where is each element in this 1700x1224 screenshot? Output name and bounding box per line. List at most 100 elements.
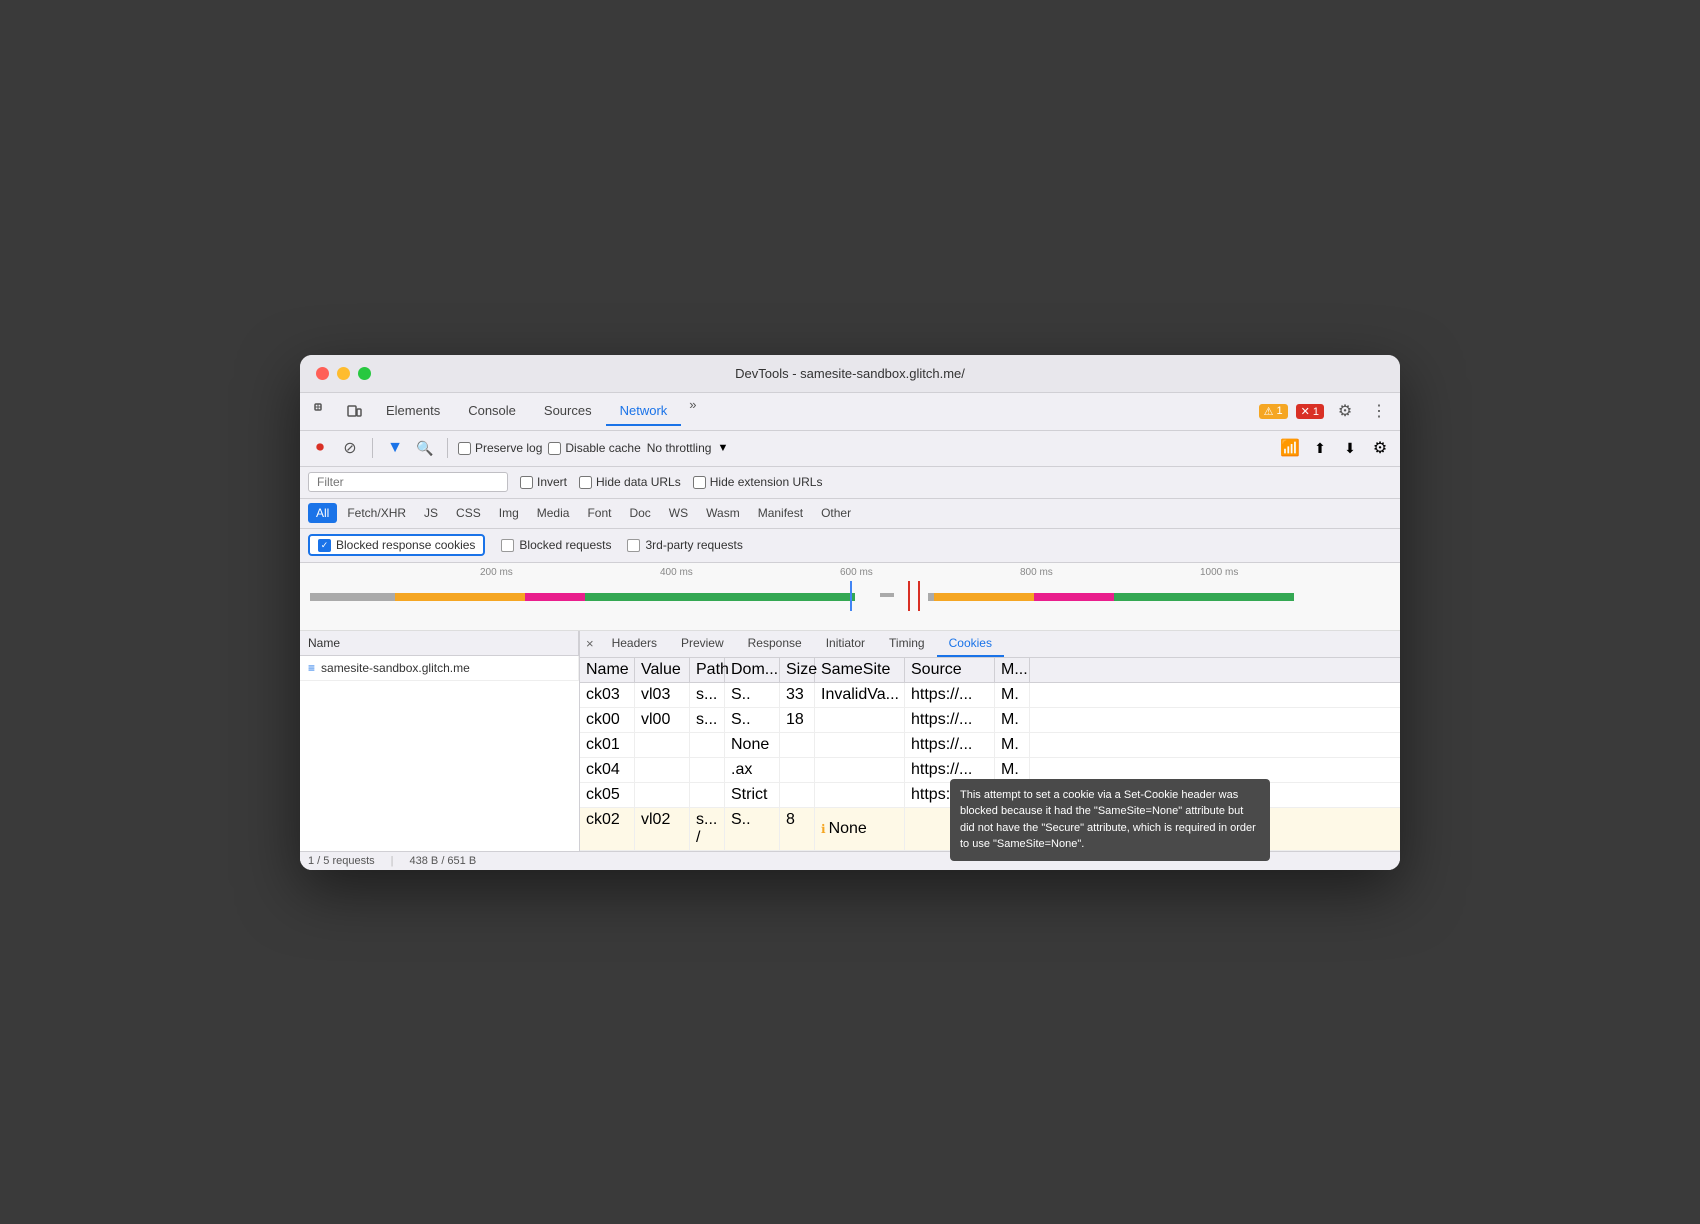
ck03-name: ck03 (580, 683, 635, 707)
type-ws[interactable]: WS (661, 503, 696, 523)
minimize-button[interactable] (337, 367, 350, 380)
cookie-row-ck01[interactable]: ck01 None https://... M. (580, 733, 1400, 758)
type-img[interactable]: Img (491, 503, 527, 523)
record-button[interactable]: ⏺ (308, 436, 332, 460)
tab-sources[interactable]: Sources (530, 397, 606, 426)
filter-input[interactable] (308, 472, 508, 492)
more-options-icon[interactable]: ⋮ (1366, 398, 1392, 424)
panel-tab-cookies[interactable]: Cookies (937, 631, 1004, 657)
ck03-size: 33 (780, 683, 815, 707)
warning-icon: ⚠ (1264, 405, 1274, 418)
warning-badge: ⚠ 1 (1259, 404, 1288, 419)
wifi-icon[interactable]: 📶 (1278, 436, 1302, 460)
panel-tab-response[interactable]: Response (736, 631, 814, 657)
hide-data-urls-label[interactable]: Hide data URLs (579, 475, 681, 489)
panel-close-button[interactable]: × (580, 632, 600, 655)
type-js[interactable]: JS (416, 503, 446, 523)
panel-tab-headers[interactable]: Headers (600, 631, 669, 657)
devtools-body: Elements Console Sources Network » ⚠ 1 ✕… (300, 393, 1400, 870)
ck04-m: M. (995, 758, 1030, 782)
ck-domain-header: Dom... (725, 658, 780, 682)
type-css[interactable]: CSS (448, 503, 489, 523)
ck02-path: s... / (690, 808, 725, 850)
request-name-cell[interactable]: ≡ samesite-sandbox.glitch.me (300, 656, 579, 680)
type-manifest[interactable]: Manifest (750, 503, 811, 523)
filter-icon[interactable]: ▼ (383, 436, 407, 460)
more-tabs-icon[interactable]: » (681, 397, 704, 426)
separator-1 (372, 438, 373, 458)
type-all[interactable]: All (308, 503, 337, 523)
timeline-mark-800: 800 ms (1020, 567, 1053, 578)
blocked-cookies-filter[interactable]: Blocked response cookies (308, 534, 485, 556)
ck01-m: M. (995, 733, 1030, 757)
invert-checkbox[interactable] (520, 476, 533, 489)
name-column-header: Name (300, 631, 579, 656)
search-icon[interactable]: 🔍 (413, 436, 437, 460)
ck04-value (635, 758, 690, 782)
device-toolbar-icon[interactable] (340, 397, 368, 425)
hide-ext-label[interactable]: Hide extension URLs (693, 475, 823, 489)
hide-data-urls-checkbox[interactable] (579, 476, 592, 489)
panel-tab-timing[interactable]: Timing (877, 631, 937, 657)
upload-icon[interactable]: ⬆ (1308, 436, 1332, 460)
type-wasm[interactable]: Wasm (698, 503, 748, 523)
timeline-bar-green-r (1114, 593, 1294, 601)
tooltip-text: This attempt to set a cookie via a Set-C… (960, 789, 1256, 851)
ck00-domain: S.. (725, 708, 780, 732)
maximize-button[interactable] (358, 367, 371, 380)
ck01-size (780, 733, 815, 757)
tab-network[interactable]: Network (606, 397, 682, 426)
clear-button[interactable]: ⊘ (338, 436, 362, 460)
panel-tab-preview[interactable]: Preview (669, 631, 736, 657)
disable-cache-label[interactable]: Disable cache (548, 441, 640, 455)
blocked-requests-filter[interactable]: Blocked requests (501, 538, 611, 552)
blocked-cookies-checkbox[interactable] (318, 539, 331, 552)
doc-icon: ≡ (308, 661, 315, 675)
ck05-domain: Strict (725, 783, 780, 807)
tab-elements[interactable]: Elements (372, 397, 454, 426)
third-party-filter[interactable]: 3rd-party requests (627, 538, 742, 552)
tab-right-controls: ⚠ 1 ✕ 1 ⚙ ⋮ (1259, 398, 1392, 424)
network-settings-icon[interactable]: ⚙ (1368, 436, 1392, 460)
request-name: samesite-sandbox.glitch.me (321, 661, 470, 675)
ck03-path: s... (690, 683, 725, 707)
ck02-samesite-value: None (829, 820, 867, 838)
hide-data-urls-text: Hide data URLs (596, 475, 681, 489)
ck02-name: ck02 (580, 808, 635, 850)
table-row[interactable]: ≡ samesite-sandbox.glitch.me (300, 656, 579, 681)
third-party-checkbox[interactable] (627, 539, 640, 552)
blocked-requests-checkbox[interactable] (501, 539, 514, 552)
name-header: Name (300, 631, 579, 655)
type-doc[interactable]: Doc (621, 503, 658, 523)
transfer-size: 438 B / 651 B (410, 855, 477, 867)
preserve-log-label[interactable]: Preserve log (458, 441, 542, 455)
disable-cache-checkbox[interactable] (548, 442, 561, 455)
tab-bar: Elements Console Sources Network » ⚠ 1 ✕… (300, 393, 1400, 431)
type-fetch-xhr[interactable]: Fetch/XHR (339, 503, 414, 523)
hide-ext-checkbox[interactable] (693, 476, 706, 489)
ck05-name: ck05 (580, 783, 635, 807)
invert-label[interactable]: Invert (520, 475, 567, 489)
preserve-log-checkbox[interactable] (458, 442, 471, 455)
cookie-row-ck03[interactable]: ck03 vl03 s... S.. 33 InvalidVa... https… (580, 683, 1400, 708)
ck-source-header: Source (905, 658, 995, 682)
timeline-bars (310, 587, 1390, 607)
timeline-mark-1000: 1000 ms (1200, 567, 1238, 578)
panel-tabs: × Headers Preview Response Initiator Tim… (580, 631, 1400, 658)
element-selector-icon[interactable] (308, 397, 336, 425)
throttle-dropdown-icon[interactable]: ▼ (717, 442, 728, 454)
type-other[interactable]: Other (813, 503, 859, 523)
ck04-name: ck04 (580, 758, 635, 782)
ck00-value: vl00 (635, 708, 690, 732)
timeline-mark-600: 600 ms (840, 567, 873, 578)
type-font[interactable]: Font (579, 503, 619, 523)
settings-icon[interactable]: ⚙ (1332, 398, 1358, 424)
warning-count: 1 (1276, 405, 1282, 417)
panel-tab-initiator[interactable]: Initiator (814, 631, 877, 657)
download-icon[interactable]: ⬇ (1338, 436, 1362, 460)
timeline-bar-pink-r (1034, 593, 1114, 601)
cookie-row-ck00[interactable]: ck00 vl00 s... S.. 18 https://... M. (580, 708, 1400, 733)
close-button[interactable] (316, 367, 329, 380)
tab-console[interactable]: Console (454, 397, 530, 426)
type-media[interactable]: Media (529, 503, 578, 523)
